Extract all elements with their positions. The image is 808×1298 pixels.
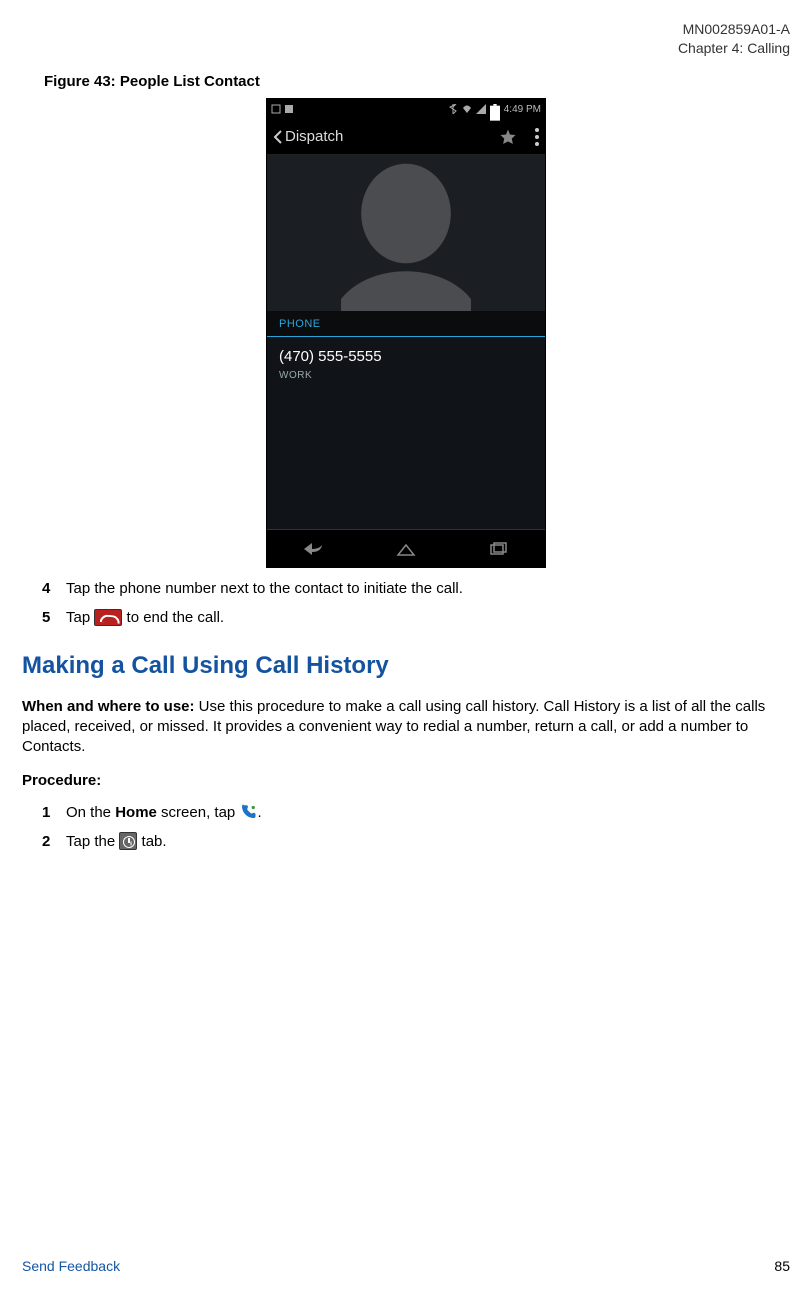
appbar-back[interactable]: Dispatch: [273, 127, 343, 147]
phone-dialer-icon: [239, 803, 257, 821]
step-number: 4: [42, 578, 50, 599]
status-time: 4:49 PM: [504, 103, 541, 117]
section-heading: Making a Call Using Call History: [22, 650, 790, 682]
step-4: 4 Tap the phone number next to the conta…: [66, 578, 790, 599]
step-bold: Home: [115, 804, 157, 821]
home-icon[interactable]: [395, 538, 417, 560]
send-feedback-link[interactable]: Send Feedback: [22, 1257, 120, 1276]
app-bar: Dispatch: [267, 119, 545, 155]
person-silhouette-icon: [341, 161, 471, 311]
back-icon[interactable]: [302, 538, 324, 560]
step-text-before: On the: [66, 804, 115, 821]
figure-caption: Figure 43: People List Contact: [44, 72, 790, 92]
appbar-title: Dispatch: [285, 127, 343, 147]
step-number: 1: [42, 802, 50, 823]
phone-type: WORK: [279, 369, 533, 383]
chapter-label: Chapter 4: Calling: [678, 39, 790, 58]
end-call-icon: [94, 609, 122, 626]
status-bar: 4:49 PM: [267, 99, 545, 119]
chevron-left-icon: [273, 130, 283, 144]
step-number: 2: [42, 831, 50, 852]
bluetooth-icon: [448, 104, 458, 114]
when-where-paragraph: When and where to use: Use this procedur…: [22, 697, 790, 758]
phone-number: (470) 555-5555: [279, 347, 533, 367]
phone-section-label: PHONE: [267, 311, 545, 337]
star-icon[interactable]: [499, 128, 517, 146]
step-1: 1 On the Home screen, tap .: [66, 802, 790, 823]
doc-id: MN002859A01-A: [678, 20, 790, 39]
step-2: 2 Tap the tab.: [66, 831, 790, 852]
page-number: 85: [774, 1257, 790, 1276]
recent-apps-icon[interactable]: [488, 538, 510, 560]
signal-icon: [476, 104, 486, 114]
nav-bar: [267, 529, 545, 567]
step-5: 5 Tap to end the call.: [66, 607, 790, 628]
notification-icon: [271, 104, 281, 114]
procedure-steps: 1 On the Home screen, tap . 2 Tap the ta…: [22, 802, 790, 852]
step-text-after: to end the call.: [122, 609, 224, 626]
page-header-right: MN002859A01-A Chapter 4: Calling: [678, 20, 790, 58]
wifi-icon: [462, 104, 472, 114]
battery-icon: [490, 104, 500, 114]
step-text-before: Tap the: [66, 833, 119, 850]
phone-screenshot: 4:49 PM Dispatch PHONE (470) 555-5555 WO…: [266, 98, 546, 568]
notification-icon: [284, 104, 294, 114]
intro-label: When and where to use:: [22, 698, 195, 715]
step-number: 5: [42, 607, 50, 628]
page-footer: Send Feedback 85: [22, 1257, 790, 1276]
procedure-steps-continued: 4 Tap the phone number next to the conta…: [22, 578, 790, 628]
step-text-before: Tap: [66, 609, 94, 626]
phone-row[interactable]: (470) 555-5555 WORK: [267, 337, 545, 413]
step-text-after: .: [257, 804, 261, 821]
procedure-label: Procedure:: [22, 771, 790, 791]
overflow-menu-icon[interactable]: [535, 128, 539, 146]
step-text-mid: screen, tap: [157, 804, 240, 821]
step-text-after: tab.: [137, 833, 166, 850]
call-history-tab-icon: [119, 832, 137, 850]
step-text: Tap the phone number next to the contact…: [66, 580, 463, 597]
contact-avatar: [267, 155, 545, 311]
